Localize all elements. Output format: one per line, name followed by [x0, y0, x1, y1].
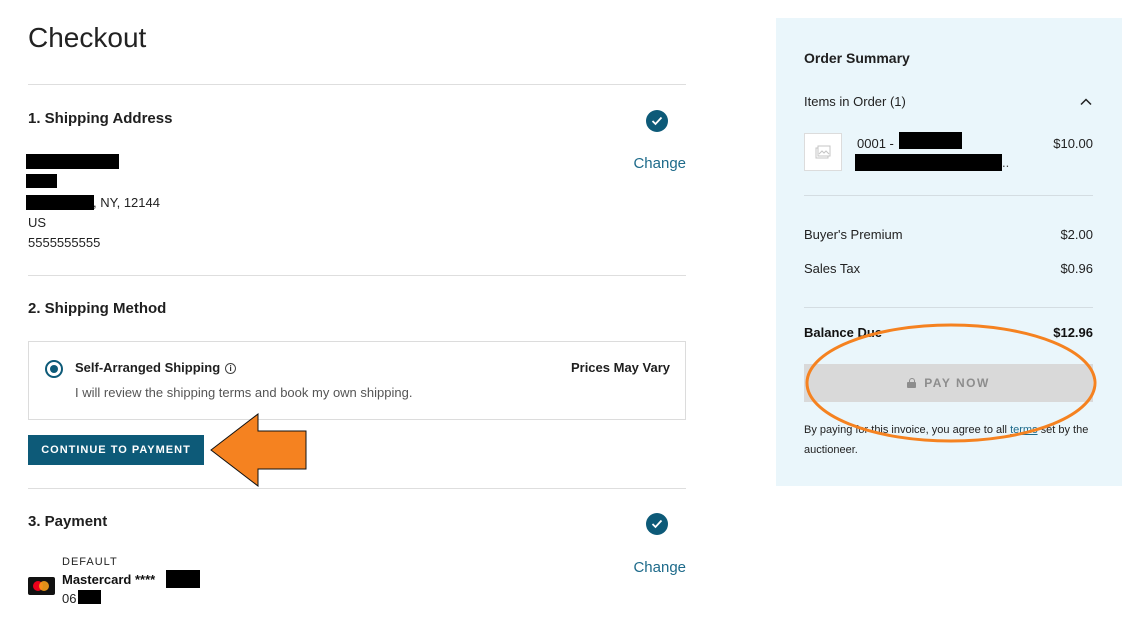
item-thumbnail [804, 133, 842, 171]
continue-to-payment-button[interactable]: CONTINUE TO PAYMENT [28, 435, 204, 465]
items-in-order-toggle[interactable]: Items in Order (1) [804, 94, 906, 109]
redacted-item-title [899, 132, 962, 149]
sales-tax-value: $0.96 [1060, 261, 1093, 276]
check-circle-icon [646, 513, 668, 535]
shipping-option-description: I will review the shipping terms and boo… [75, 385, 413, 400]
divider [804, 195, 1093, 196]
buyers-premium-label: Buyer's Premium [804, 227, 903, 242]
shipping-option-label: Self-Arranged Shipping [75, 360, 221, 375]
payment-title: 3. Payment [28, 513, 108, 530]
default-payment-label: DEFAULT [62, 556, 118, 568]
divider [28, 488, 686, 489]
item-price: $10.00 [1053, 136, 1093, 151]
page-title: Checkout [28, 22, 147, 53]
divider [28, 84, 686, 85]
oval-annotation [805, 323, 1097, 443]
card-name: Mastercard **** [62, 572, 156, 587]
address-state-zip: , NY, 12144 [93, 195, 160, 210]
info-icon[interactable]: i [225, 363, 237, 374]
change-shipping-address-link[interactable]: Change [633, 155, 686, 172]
address-country: US [28, 215, 47, 230]
address-phone: 5555555555 [28, 235, 101, 250]
image-placeholder-icon [815, 145, 831, 159]
redacted-card-digits [166, 570, 200, 588]
card-expiry: 06 [62, 591, 77, 606]
redacted-name [26, 154, 119, 169]
shipping-method-title: 2. Shipping Method [28, 300, 167, 317]
redacted-item-title-line2 [855, 154, 1002, 171]
redacted-street [26, 174, 57, 188]
order-summary-title: Order Summary [804, 50, 910, 66]
check-circle-icon [646, 110, 668, 132]
item-title-ellipsis: .. [1002, 155, 1010, 170]
shipping-option-card[interactable]: Self-Arranged Shipping i I will review th… [28, 341, 686, 420]
divider [28, 275, 686, 276]
item-lot-number: 0001 - [857, 136, 894, 151]
arrow-annotation [210, 413, 307, 487]
buyers-premium-value: $2.00 [1060, 227, 1093, 242]
shipping-option-name: Self-Arranged Shipping i [75, 360, 237, 375]
shipping-address-title: 1. Shipping Address [28, 110, 173, 127]
change-payment-link[interactable]: Change [633, 559, 686, 576]
sales-tax-label: Sales Tax [804, 261, 861, 276]
redacted-city [26, 195, 94, 210]
shipping-option-radio[interactable] [45, 360, 63, 378]
divider [804, 307, 1093, 308]
mastercard-icon [28, 577, 55, 595]
shipping-option-price: Prices May Vary [570, 360, 670, 375]
redacted-card-expiry [78, 590, 101, 604]
chevron-up-icon[interactable] [1080, 96, 1092, 108]
